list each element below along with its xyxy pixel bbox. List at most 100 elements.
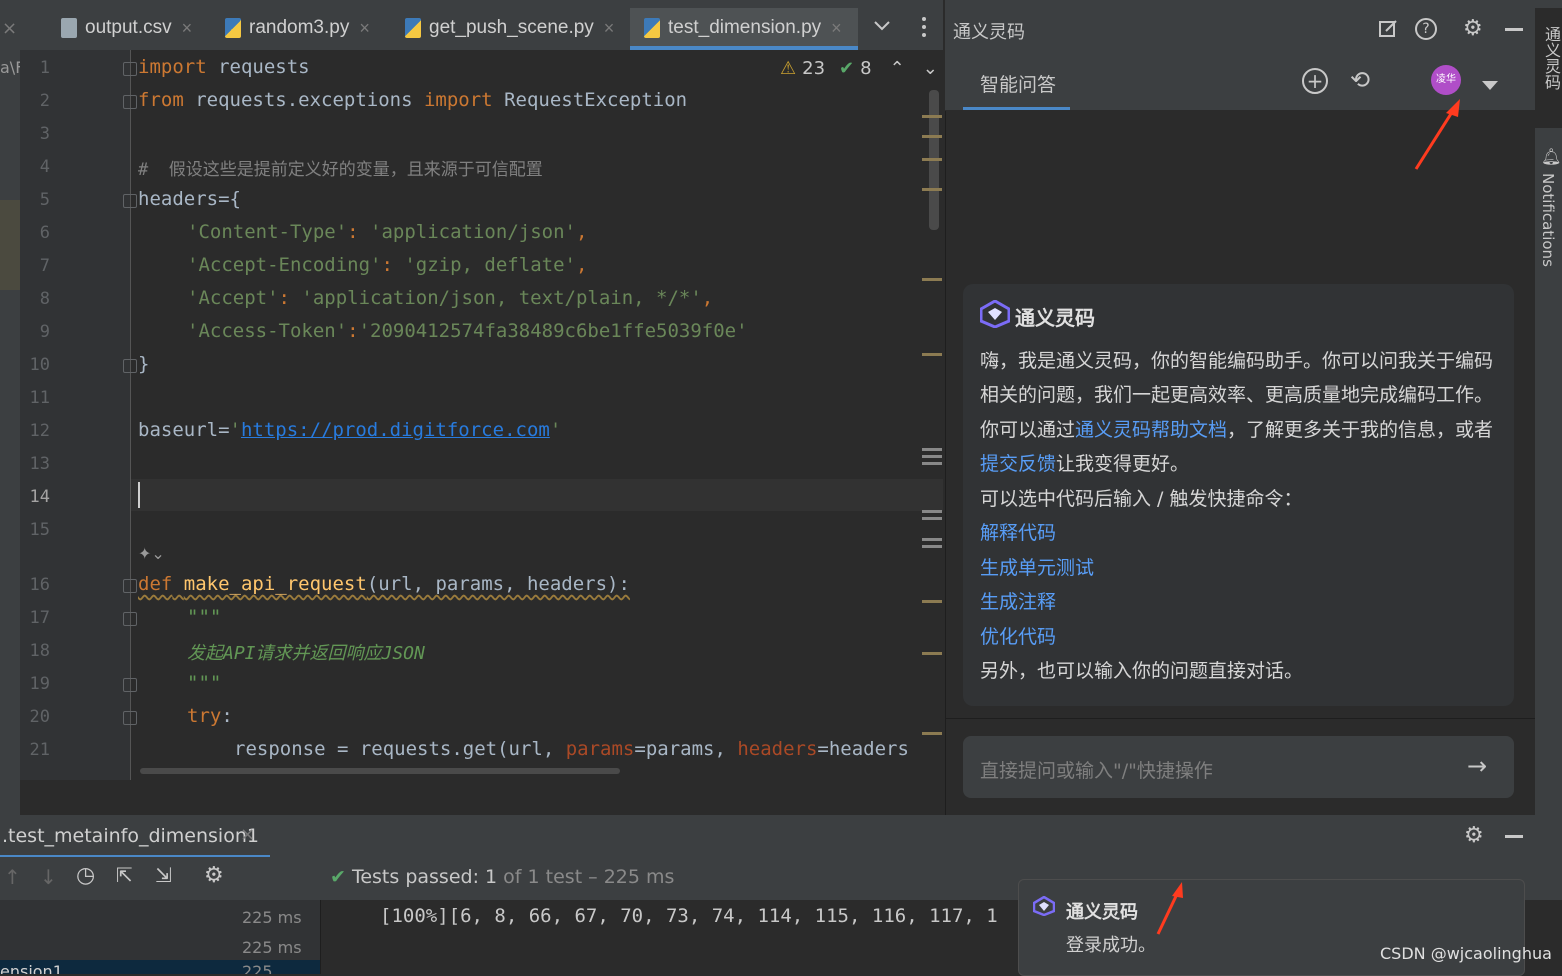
tab-close-partial[interactable]: × [2,18,17,39]
help-doc-link[interactable]: 通义灵码帮助文档 [1075,419,1227,441]
gear-icon[interactable]: ⚙ [1463,16,1483,41]
scroll-marker[interactable] [922,545,942,548]
code-line: response = requests.get(url, params=para… [234,738,909,760]
welcome-text: 可以选中代码后输入 / 触发快捷命令： [980,488,1303,510]
scroll-marker[interactable] [922,353,942,356]
scroll-marker[interactable] [922,188,942,191]
scroll-marker[interactable] [922,135,942,138]
python-file-icon [644,18,660,38]
minimize-icon[interactable] [1505,835,1523,838]
check-icon: ✔ [330,866,346,888]
fold-marker[interactable] [123,95,137,109]
tab-random3-py[interactable]: random3.py × [225,8,390,48]
scroll-marker[interactable] [922,448,942,451]
next-icon[interactable]: ⌄ [923,58,938,79]
close-icon[interactable]: × [359,18,370,39]
tab-smart-qa[interactable]: 智能问答 [963,68,1070,110]
tab-output-csv[interactable]: output.csv × [55,8,221,48]
scroll-marker[interactable] [922,462,942,465]
line-number: 13 [29,454,50,474]
ai-panel-header: 通义灵码 ? ⚙ [945,0,1535,58]
tongyi-logo-icon [1032,895,1056,920]
code-editor[interactable]: 1 2 3 4 5 6 7 8 9 10 11 12 13 14 15 16 1… [20,50,943,780]
scroll-marker[interactable] [922,517,942,520]
python-file-icon [405,18,421,38]
minimize-icon[interactable] [1505,28,1523,31]
chevron-down-icon[interactable] [1482,76,1498,95]
history-icon[interactable]: ⟲ [1350,66,1370,94]
feedback-link[interactable]: 提交反馈 [980,453,1056,475]
close-icon[interactable]: × [831,18,842,39]
line-number: 18 [29,641,50,661]
avatar[interactable]: 凌华 [1431,65,1461,95]
notifications-tool-window[interactable]: 🔔︎ Notifications [1535,145,1562,275]
settings-icon[interactable]: ⚙ [204,863,224,888]
scroll-marker[interactable] [922,600,942,603]
scroll-marker[interactable] [922,538,942,541]
line-number: 12 [29,421,50,441]
test-row-selected[interactable]: ension1 225 [0,960,320,974]
close-icon[interactable]: × [604,18,615,39]
fold-marker[interactable] [123,711,137,725]
close-icon[interactable]: × [182,18,193,39]
code-line: import requests [138,56,310,78]
line-number: 17 [29,608,50,628]
chat-input[interactable]: 直接提问或输入"/"快捷操作 → [963,736,1514,798]
scroll-marker[interactable] [922,732,942,735]
tongyi-tool-window[interactable]: 通义灵码 [1535,8,1562,128]
annotation-arrow [1152,880,1192,944]
scroll-marker[interactable] [922,510,942,513]
send-arrow-icon[interactable]: → [1467,752,1487,780]
line-number: 9 [39,322,50,342]
export-tests-icon[interactable]: ⇲ [155,863,172,887]
run-tab[interactable]: .test_metainfo_dimension1 × [0,815,270,858]
scroll-marker[interactable] [922,652,942,655]
horizontal-scrollbar[interactable] [140,768,620,774]
scroll-marker[interactable] [922,158,942,161]
edit-icon[interactable] [1377,18,1399,44]
gen-unit-test-link[interactable]: 生成单元测试 [980,553,1094,580]
close-icon[interactable]: × [240,824,255,845]
scroll-marker[interactable] [922,278,942,281]
fold-marker[interactable] [123,194,137,208]
gear-icon[interactable]: ⚙ [1464,823,1484,848]
explain-code-link[interactable]: 解释代码 [980,518,1056,545]
welcome-text: 另外，也可以输入你的问题直接对话。 [980,660,1304,682]
tab-label: output.csv [85,17,172,38]
arrow-up-icon[interactable]: ↑ [4,865,21,889]
ai-panel-title: 通义灵码 [953,22,1025,43]
tab-get-push-scene-py[interactable]: get_push_scene.py × [405,8,620,48]
tongyi-inline-icon[interactable]: ✦⌄ [138,544,165,563]
help-icon[interactable]: ? [1415,18,1437,40]
new-chat-icon[interactable]: + [1302,68,1328,94]
tab-label: get_push_scene.py [429,17,594,38]
import-tests-icon[interactable]: ⇱ [116,863,133,887]
fold-marker[interactable] [123,612,137,626]
scroll-marker[interactable] [922,115,942,118]
optimize-code-link[interactable]: 优化代码 [980,622,1056,649]
warning-icon: ⚠ [780,58,797,79]
tab-label: test_dimension.py [668,17,822,38]
previous-icon[interactable]: ⌃ [890,58,905,79]
gen-comment-link[interactable]: 生成注释 [980,587,1056,614]
test-tree: 225 ms 225 ms ension1 225 [0,900,321,974]
code-docstring: """ [187,672,222,694]
history-clock-icon[interactable]: ◷ [76,863,95,888]
arrow-down-icon[interactable]: ↓ [40,865,57,889]
tabs-dropdown-icon[interactable] [872,18,892,37]
fold-marker[interactable] [123,678,137,692]
more-options-icon[interactable] [921,16,927,42]
right-tool-strip: 通义灵码 🔔︎ Notifications [1535,0,1562,815]
tab-test-dimension-py[interactable]: test_dimension.py × [630,8,858,50]
line-number: 8 [39,289,50,309]
fold-marker[interactable] [123,62,137,76]
check-icon: ✔ [839,58,855,79]
line-number: 2 [39,91,50,111]
code-docstring: """ [187,606,222,628]
inspection-widget[interactable]: ⚠ 23 ✔ 8 ⌃ ⌄ [780,58,938,79]
welcome-card: 通义灵码 嗨，我是通义灵码，你的智能编码助手。你可以问我关于编码 相关的问题，我… [963,284,1514,706]
scroll-marker[interactable] [922,455,942,458]
fold-marker[interactable] [123,359,137,373]
code-line: 'Accept': 'application/json, text/plain,… [187,287,714,309]
fold-marker[interactable] [123,579,137,593]
